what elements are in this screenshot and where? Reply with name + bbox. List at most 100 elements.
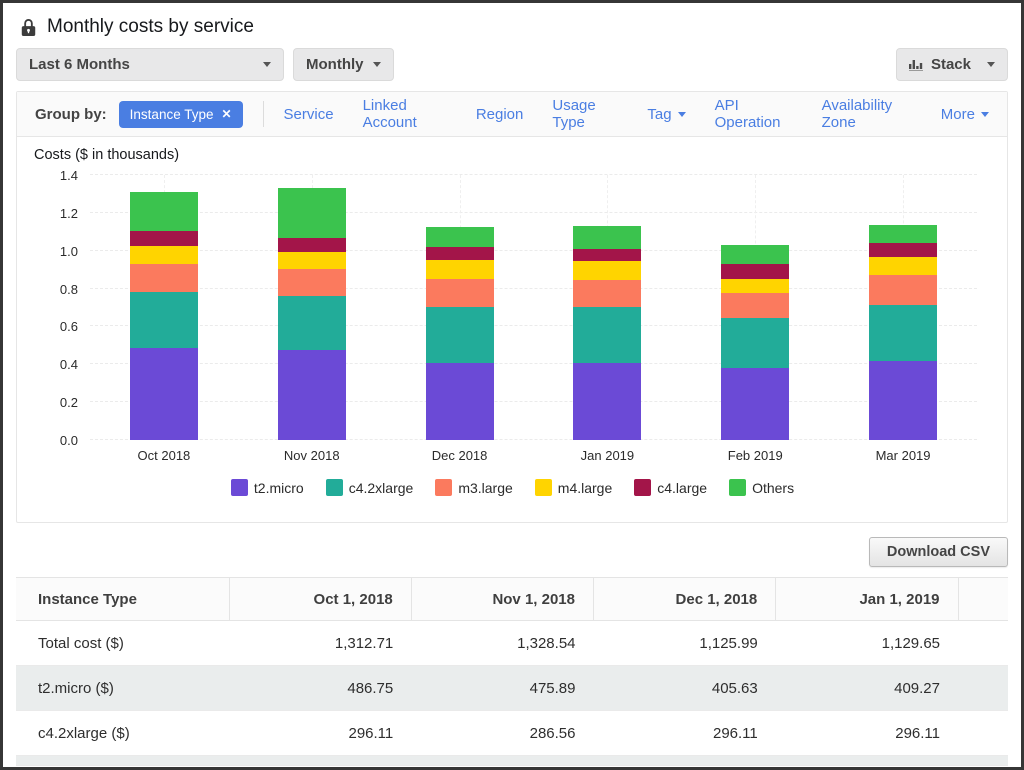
bar-column <box>533 175 681 440</box>
divider <box>263 101 264 127</box>
legend-item-Others[interactable]: Others <box>729 479 794 496</box>
groupby-link-usage-type[interactable]: Usage Type <box>552 97 618 131</box>
chart-style-dropdown[interactable]: Stack <box>896 48 1008 81</box>
bar-segment-Others[interactable] <box>573 226 641 249</box>
groupby-link-linked-account[interactable]: Linked Account <box>363 97 447 131</box>
bar-segment-m3.large[interactable] <box>278 269 346 295</box>
groupby-link-availability-zone[interactable]: Availability Zone <box>822 97 912 131</box>
groupby-links: Service Linked Account Region Usage Type Tag… <box>284 97 989 131</box>
legend-label: c4.2xlarge <box>349 480 414 496</box>
legend-swatch <box>326 479 343 496</box>
bar-column <box>829 175 977 440</box>
stacked-bar-jan-2019[interactable] <box>573 175 641 440</box>
row-label: c4.2xlarge ($) <box>16 711 229 756</box>
time-range-dropdown[interactable]: Last 6 Months <box>16 48 284 81</box>
table-header-row: Instance TypeOct 1, 2018Nov 1, 2018Dec 1… <box>16 578 1008 621</box>
cell-spacer <box>958 711 1008 756</box>
bar-segment-c4.large[interactable] <box>130 231 198 246</box>
row-label: Total cost ($) <box>16 621 229 666</box>
bar-segment-c4.2xlarge[interactable] <box>426 307 494 363</box>
x-tick-label: Dec 2018 <box>386 448 534 463</box>
granularity-dropdown[interactable]: Monthly <box>293 48 394 81</box>
controls-bar: Last 6 Months Monthly Stack <box>16 48 1008 81</box>
cell-value: 486.75 <box>229 666 411 711</box>
bar-segment-Others[interactable] <box>721 245 789 264</box>
bar-column <box>681 175 829 440</box>
bar-segment-c4.large[interactable] <box>573 249 641 261</box>
groupby-link-api-operation[interactable]: API Operation <box>715 97 793 131</box>
bar-segment-Others[interactable] <box>426 227 494 247</box>
bar-segment-m3.large[interactable] <box>721 293 789 318</box>
legend-label: t2.micro <box>254 480 304 496</box>
column-header: Jan 1, 2019 <box>776 578 958 621</box>
bar-segment-t2.micro[interactable] <box>130 348 198 440</box>
stacked-bar-feb-2019[interactable] <box>721 175 789 440</box>
bar-segment-t2.micro[interactable] <box>869 361 937 440</box>
bar-segment-c4.large[interactable] <box>426 247 494 260</box>
bar-segment-m3.large[interactable] <box>426 279 494 307</box>
legend: t2.micro c4.2xlarge m3.large m4.large c4.lar… <box>34 479 991 496</box>
bar-segment-m3.large[interactable] <box>869 275 937 304</box>
cell-value: 296.11 <box>776 711 958 756</box>
chart-style-value: Stack <box>931 56 971 73</box>
chevron-down-icon <box>373 62 381 67</box>
bar-segment-m4.large[interactable] <box>573 261 641 280</box>
bar-segment-c4.2xlarge[interactable] <box>573 307 641 363</box>
bar-segment-Others[interactable] <box>278 188 346 238</box>
row-label: t2.micro ($) <box>16 666 229 711</box>
legend-item-c4.2xlarge[interactable]: c4.2xlarge <box>326 479 414 496</box>
chevron-down-icon <box>981 112 989 117</box>
bar-segment-m4.large[interactable] <box>426 260 494 279</box>
costs-table: Instance TypeOct 1, 2018Nov 1, 2018Dec 1… <box>16 577 1008 766</box>
cell-value: 1,125.99 <box>594 621 776 666</box>
y-tick-label: 0.6 <box>60 319 78 334</box>
legend-item-m3.large[interactable]: m3.large <box>435 479 512 496</box>
legend-item-t2.micro[interactable]: t2.micro <box>231 479 304 496</box>
groupby-link-service[interactable]: Service <box>284 106 334 123</box>
column-header: Nov 1, 2018 <box>411 578 593 621</box>
close-icon[interactable]: ✕ <box>221 108 231 120</box>
bar-segment-c4.large[interactable] <box>278 238 346 252</box>
table-row: c4.2xlarge ($)296.11286.56296.11296.11 <box>16 711 1008 756</box>
legend-swatch <box>535 479 552 496</box>
bar-segment-m4.large[interactable] <box>130 246 198 264</box>
groupby-link-tag[interactable]: Tag <box>647 106 685 123</box>
granularity-value: Monthly <box>306 56 364 73</box>
bar-segment-c4.large[interactable] <box>721 264 789 279</box>
bar-segment-Others[interactable] <box>869 225 937 243</box>
bar-segment-c4.2xlarge[interactable] <box>869 305 937 362</box>
bar-segment-m3.large[interactable] <box>130 264 198 292</box>
legend-item-c4.large[interactable]: c4.large <box>634 479 707 496</box>
bar-segment-t2.micro[interactable] <box>278 350 346 440</box>
table-body: Total cost ($)1,312.711,328.541,125.991,… <box>16 621 1008 766</box>
bar-segment-t2.micro[interactable] <box>721 368 789 440</box>
legend-item-m4.large[interactable]: m4.large <box>535 479 612 496</box>
bar-segment-m4.large[interactable] <box>278 252 346 269</box>
x-tick-label: Nov 2018 <box>238 448 386 463</box>
legend-swatch <box>634 479 651 496</box>
groupby-chip-instance-type[interactable]: Instance Type ✕ <box>119 101 243 128</box>
bar-segment-c4.2xlarge[interactable] <box>721 318 789 368</box>
stacked-bar-oct-2018[interactable] <box>130 175 198 440</box>
bar-segment-m3.large[interactable] <box>573 280 641 307</box>
download-csv-button[interactable]: Download CSV <box>869 537 1008 567</box>
bar-segment-t2.micro[interactable] <box>573 363 641 440</box>
bar-segment-c4.large[interactable] <box>869 243 937 257</box>
groupby-chip-label: Instance Type <box>130 107 214 122</box>
stacked-bar-dec-2018[interactable] <box>426 175 494 440</box>
bar-segment-t2.micro[interactable] <box>426 363 494 440</box>
groupby-link-region[interactable]: Region <box>476 106 524 123</box>
x-labels: Oct 2018Nov 2018Dec 2018Jan 2019Feb 2019… <box>90 448 977 463</box>
cell-value: 409.27 <box>776 666 958 711</box>
stacked-bar-mar-2019[interactable] <box>869 175 937 440</box>
bar-segment-c4.2xlarge[interactable] <box>130 292 198 348</box>
cell-value: 286.56 <box>411 711 593 756</box>
bar-segment-m4.large[interactable] <box>869 257 937 275</box>
chart-panel: Group by: Instance Type ✕ ServiceLinked … <box>16 91 1008 523</box>
stacked-bar-nov-2018[interactable] <box>278 175 346 440</box>
x-tick-label: Feb 2019 <box>681 448 829 463</box>
bar-segment-Others[interactable] <box>130 192 198 232</box>
bar-segment-c4.2xlarge[interactable] <box>278 296 346 350</box>
groupby-link-more[interactable]: More <box>941 106 989 123</box>
bar-segment-m4.large[interactable] <box>721 279 789 293</box>
